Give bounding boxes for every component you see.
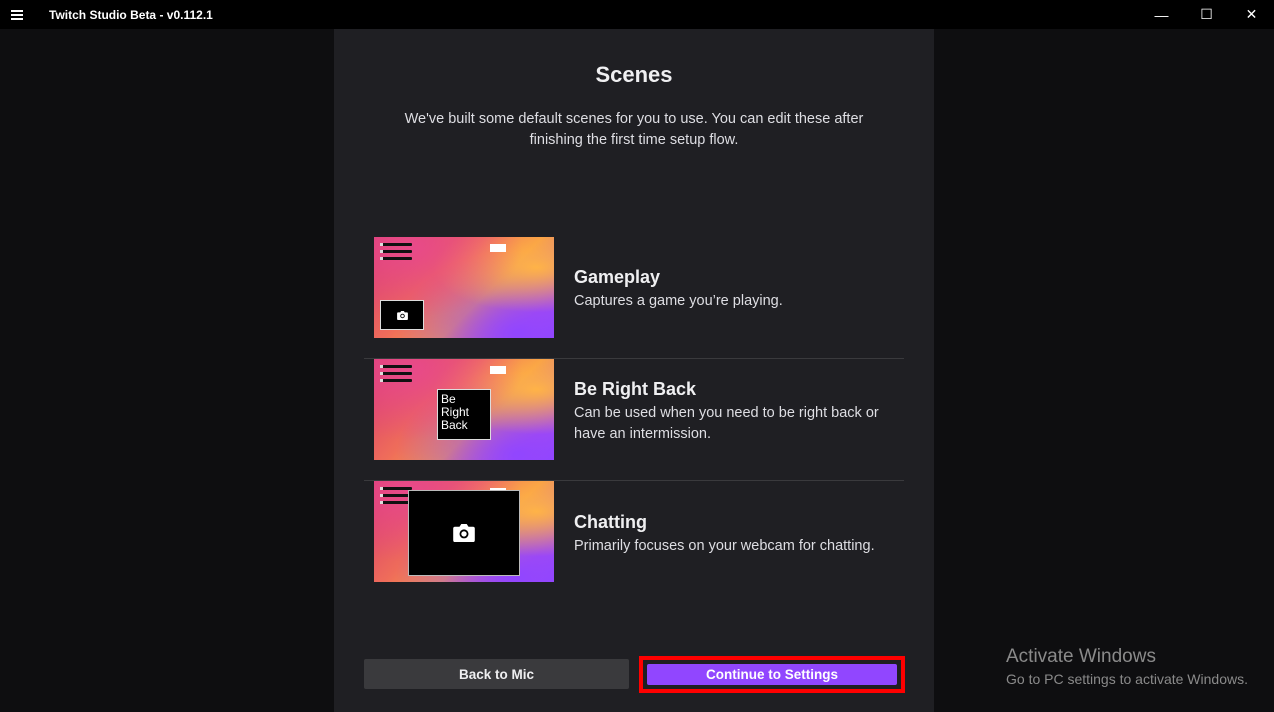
scene-chatting[interactable]: Chatting Primarily focuses on your webca… (364, 481, 904, 603)
continue-to-settings-button[interactable]: Continue to Settings (647, 664, 897, 685)
page-title: Scenes (595, 62, 673, 87)
right-backdrop (934, 29, 1274, 712)
back-to-mic-button[interactable]: Back to Mic (364, 659, 629, 689)
scene-description: Can be used when you need to be right ba… (574, 405, 879, 442)
scene-thumbnail: Be Right Back (374, 359, 554, 460)
menu-button[interactable] (0, 0, 34, 29)
camera-icon (453, 524, 475, 542)
scene-name: Be Right Back (574, 379, 697, 399)
thumbnail-badge (490, 244, 506, 252)
scene-gameplay[interactable]: Gameplay Captures a game you’re playing. (364, 237, 904, 359)
scene-thumbnail (374, 481, 554, 582)
title-bar: Twitch Studio Beta - v0.112.1 — ☐ ✕ (0, 0, 1274, 29)
close-button[interactable]: ✕ (1229, 0, 1274, 29)
thumbnail-alerts (380, 365, 412, 386)
scene-description: Captures a game you’re playing. (574, 293, 783, 309)
scene-description: Primarily focuses on your webcam for cha… (574, 538, 875, 554)
minimize-button[interactable]: — (1139, 0, 1184, 29)
app-title: Twitch Studio Beta - v0.112.1 (49, 7, 213, 22)
continue-highlight: Continue to Settings (639, 656, 905, 693)
webcam-box (380, 300, 424, 330)
scene-thumbnail (374, 237, 554, 338)
activate-windows-watermark: Activate Windows Go to PC settings to ac… (1006, 646, 1248, 687)
left-backdrop (0, 29, 334, 712)
watermark-subtitle: Go to PC settings to activate Windows. (1006, 671, 1248, 687)
watermark-title: Activate Windows (1006, 646, 1156, 667)
hamburger-icon (11, 9, 23, 20)
thumbnail-badge (490, 366, 506, 374)
thumbnail-alerts (380, 243, 412, 264)
webcam-box (408, 490, 520, 576)
scene-name: Gameplay (574, 267, 661, 287)
setup-panel: Scenes We've built some default scenes f… (334, 29, 934, 712)
brb-card: Be Right Back (437, 389, 491, 440)
camera-icon (396, 310, 408, 320)
scene-name: Chatting (574, 512, 647, 532)
window-controls: — ☐ ✕ (1139, 0, 1274, 29)
maximize-button[interactable]: ☐ (1184, 0, 1229, 29)
page-description: We've built some default scenes for you … (404, 111, 864, 148)
scene-be-right-back[interactable]: Be Right Back Be Right Back Can be used … (364, 359, 904, 481)
